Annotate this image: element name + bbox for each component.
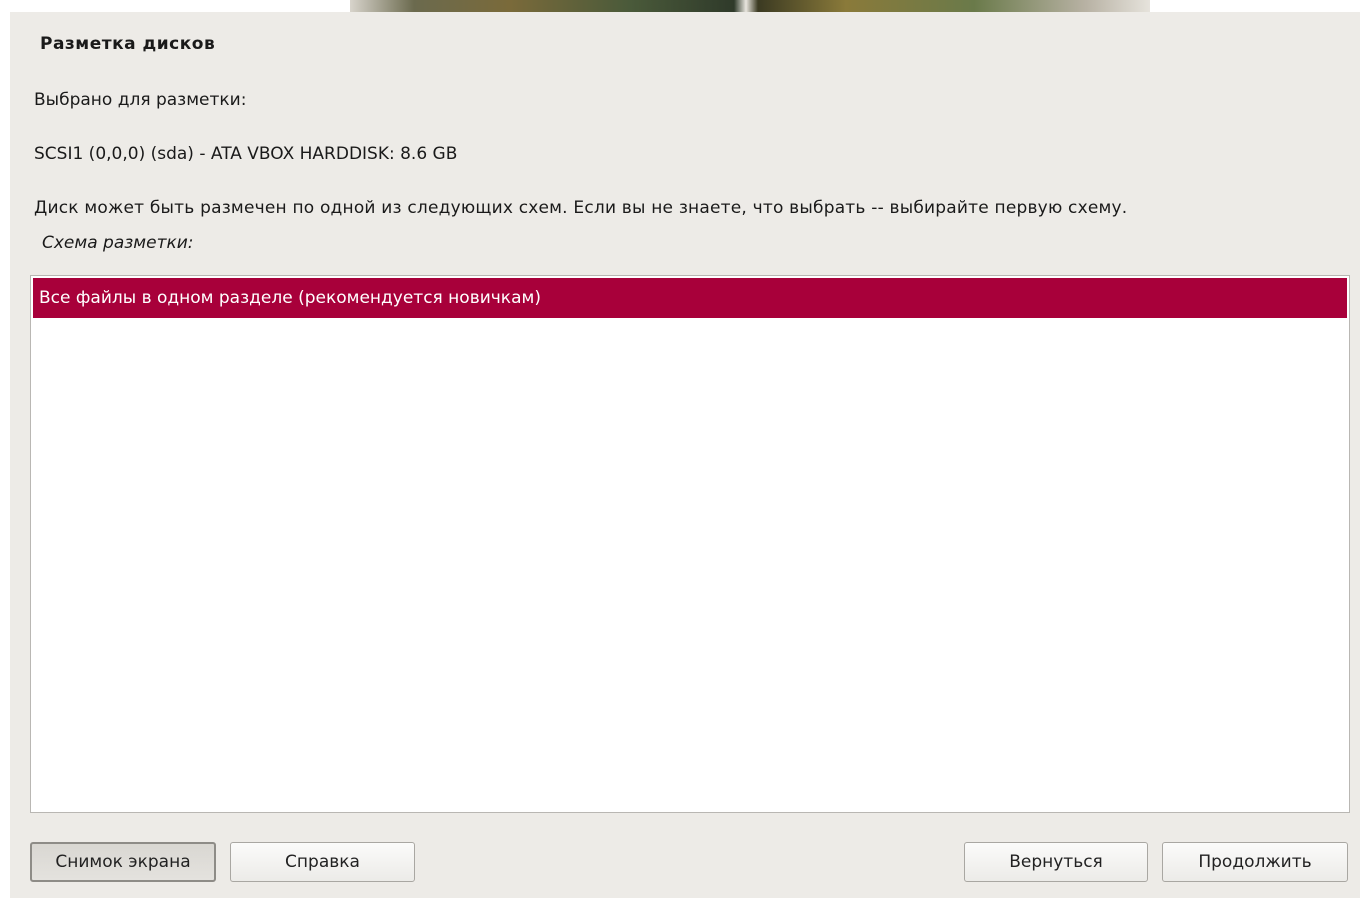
installer-banner	[350, 0, 1150, 12]
help-button[interactable]: Справка	[230, 842, 415, 882]
continue-button[interactable]: Продолжить	[1162, 842, 1348, 882]
scheme-list-label: Схема разметки:	[42, 233, 194, 253]
screenshot-button[interactable]: Снимок экрана	[30, 842, 216, 882]
back-button[interactable]: Вернуться	[964, 842, 1148, 882]
scheme-item-all-in-one[interactable]: Все файлы в одном разделе (рекомендуется…	[33, 278, 1347, 318]
partition-scheme-list[interactable]: Все файлы в одном разделе (рекомендуется…	[30, 275, 1350, 813]
selected-for-partitioning-label: Выбрано для разметки:	[34, 90, 247, 110]
installer-panel: Разметка дисков Выбрано для разметки: SC…	[10, 12, 1360, 898]
page-title: Разметка дисков	[40, 34, 216, 54]
disk-label: SCSI1 (0,0,0) (sda) - ATA VBOX HARDDISK:…	[34, 144, 458, 164]
scheme-description: Диск может быть размечен по одной из сле…	[34, 198, 1128, 218]
